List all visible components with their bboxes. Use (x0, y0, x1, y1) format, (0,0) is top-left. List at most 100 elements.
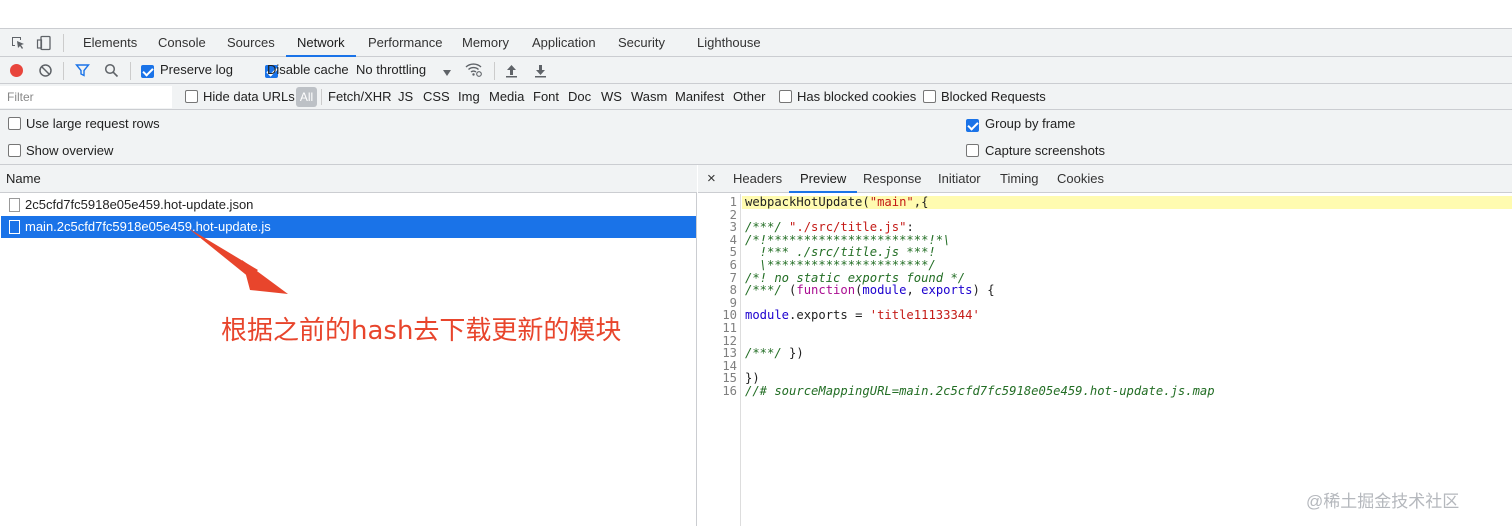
tab-cookies[interactable]: Cookies (1057, 165, 1104, 193)
code-line: /***/ "./src/title.js": (745, 221, 914, 234)
tab-timing[interactable]: Timing (1000, 165, 1039, 193)
filter-icon[interactable] (75, 63, 90, 81)
capture-screenshots-label: Capture screenshots (985, 143, 1105, 158)
code-token: webpackHotUpdate( (745, 195, 870, 209)
code-line: //# sourceMappingURL=main.2c5cfd7fc5918e… (745, 384, 1215, 398)
capture-screenshots-checkbox[interactable] (966, 144, 979, 157)
tab-application[interactable]: Application (532, 29, 596, 57)
code-token: ,{ (913, 195, 929, 209)
line-number: 16 (722, 384, 737, 398)
inspect-element-icon[interactable] (10, 35, 26, 51)
line-number: 3 (729, 220, 737, 235)
filter-type-other[interactable]: Other (733, 89, 766, 104)
large-rows-checkbox[interactable] (8, 117, 21, 130)
has-blocked-cookies-label: Has blocked cookies (797, 89, 917, 104)
filter-type-manifest[interactable]: Manifest (675, 89, 724, 104)
code-token: .exports = (789, 308, 870, 323)
tab-memory[interactable]: Memory (462, 29, 509, 57)
clear-icon[interactable] (38, 63, 53, 81)
code-token: /***/ (745, 346, 782, 361)
tab-elements[interactable]: Elements (83, 29, 137, 57)
code-token: ( (781, 283, 797, 298)
show-overview-label: Show overview (26, 143, 114, 158)
filter-type-ws[interactable]: WS (601, 89, 622, 104)
filter-input[interactable]: Filter (0, 86, 172, 108)
toolbar-separator (130, 62, 131, 80)
toolbar-separator (63, 34, 64, 52)
window-top-area (0, 0, 1512, 29)
tab-console[interactable]: Console (158, 29, 206, 57)
line-number: 11 (722, 321, 737, 335)
filter-all-button[interactable]: All (296, 87, 317, 107)
preserve-log-label: Preserve log (160, 62, 233, 77)
request-row[interactable]: 2c5cfd7fc5918e05e459.hot-update.json (1, 194, 696, 216)
toolbar-separator (321, 89, 322, 105)
tab-initiator[interactable]: Initiator (938, 165, 981, 193)
filter-type-img[interactable]: Img (458, 89, 480, 104)
tab-network[interactable]: Network (286, 29, 356, 57)
toolbar-separator (494, 62, 495, 80)
line-number: 6 (729, 258, 737, 272)
import-har-icon[interactable] (505, 63, 518, 81)
code-token: "main" (869, 195, 914, 209)
code-token: module (862, 283, 907, 298)
show-overview-checkbox[interactable] (8, 144, 21, 157)
throttling-select[interactable]: No throttling (356, 62, 426, 77)
code-token: module (745, 308, 790, 323)
network-options: Use large request rows Show overview Gro… (0, 110, 1512, 165)
close-icon[interactable]: × (707, 165, 716, 193)
device-toolbar-icon[interactable] (36, 35, 52, 51)
tab-response[interactable]: Response (863, 165, 922, 193)
disable-cache-label: Disable cache (267, 62, 349, 77)
code-line: webpackHotUpdate("main",{ (742, 196, 1512, 209)
blocked-requests-label: Blocked Requests (941, 89, 1046, 104)
filter-type-js[interactable]: JS (398, 89, 413, 104)
code-line: /***/ (function(module, exports) { (745, 284, 995, 297)
export-har-icon[interactable] (534, 63, 547, 81)
preserve-log-checkbox[interactable] (141, 65, 154, 79)
hide-data-urls-label: Hide data URLs (203, 89, 295, 104)
search-icon[interactable] (104, 63, 119, 81)
detail-tabbar: × Headers Preview Response Initiator Tim… (698, 165, 1512, 193)
code-token: /***/ (745, 283, 782, 298)
file-icon (9, 198, 20, 212)
line-number: 13 (722, 346, 737, 361)
line-number: 1 (729, 195, 737, 209)
code-line: \**********************/ (745, 258, 936, 272)
request-row-selected[interactable]: main.2c5cfd7fc5918e05e459.hot-update.js (1, 216, 696, 238)
annotation-text: 根据之前的hash去下载更新的模块 (221, 316, 622, 346)
tab-lighthouse[interactable]: Lighthouse (697, 29, 761, 57)
blocked-requests-checkbox[interactable] (923, 90, 936, 103)
preview-code: 1 2 3 4 5 6 7 8 9 10 11 12 13 14 15 16 w… (698, 194, 1512, 526)
toolbar-separator (63, 62, 64, 80)
filter-type-doc[interactable]: Doc (568, 89, 591, 104)
filter-type-font[interactable]: Font (533, 89, 559, 104)
line-number-gutter: 1 2 3 4 5 6 7 8 9 10 11 12 13 14 15 16 (698, 194, 741, 526)
line-number: 8 (729, 283, 737, 298)
annotation-arrow (188, 228, 288, 294)
tab-performance[interactable]: Performance (368, 29, 442, 57)
code-line: module.exports = 'title11133344' (745, 309, 980, 322)
tab-preview[interactable]: Preview (789, 165, 858, 193)
filter-type-media[interactable]: Media (489, 89, 524, 104)
has-blocked-cookies-checkbox[interactable] (779, 90, 792, 103)
tab-headers[interactable]: Headers (733, 165, 782, 193)
column-header-name[interactable]: Name (0, 165, 697, 193)
filter-type-wasm[interactable]: Wasm (631, 89, 667, 104)
network-conditions-icon[interactable] (465, 62, 483, 81)
chevron-down-icon[interactable] (442, 65, 452, 80)
file-icon (9, 220, 20, 234)
record-button[interactable] (10, 64, 23, 77)
tab-security[interactable]: Security (618, 29, 665, 57)
filter-type-fetch-xhr[interactable]: Fetch/XHR (328, 89, 392, 104)
group-by-frame-checkbox[interactable] (966, 119, 979, 133)
large-rows-label: Use large request rows (26, 116, 160, 131)
code-token: }) (781, 346, 804, 361)
hide-data-urls-checkbox[interactable] (185, 90, 198, 103)
code-token: ) { (972, 283, 995, 298)
devtools-main-tabbar: Elements Console Sources Network Perform… (0, 29, 1512, 57)
filter-type-css[interactable]: CSS (423, 89, 450, 104)
watermark: @稀土掘金技术社区 (1306, 492, 1460, 511)
code-token: , (906, 283, 922, 298)
tab-sources[interactable]: Sources (227, 29, 275, 57)
